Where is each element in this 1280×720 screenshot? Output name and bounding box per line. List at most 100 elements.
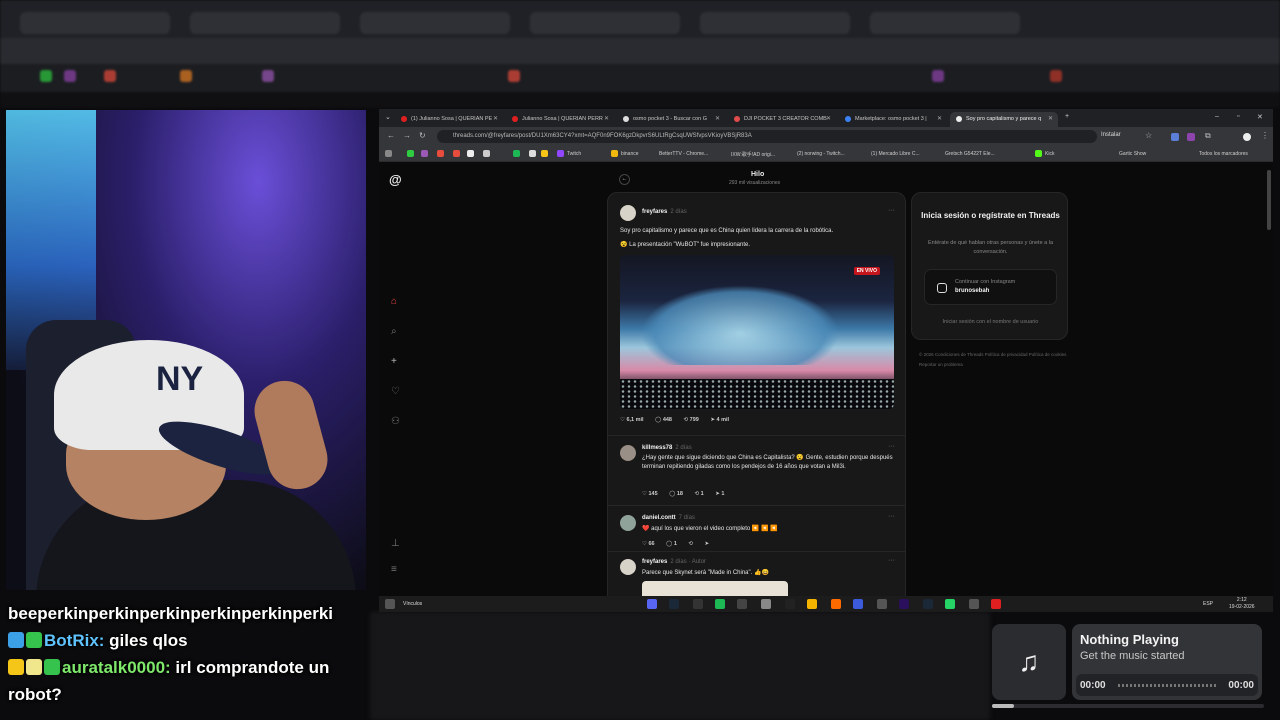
pin-icon[interactable]: ⊥ [391, 538, 400, 549]
like-button[interactable]: ♡ 145 [642, 491, 658, 497]
more-options-icon[interactable]: ··· [888, 513, 895, 520]
tab-close-icon[interactable]: ✕ [1048, 115, 1053, 122]
tab-close-icon[interactable]: ✕ [715, 115, 720, 122]
share-button[interactable]: ➤ 1 [715, 491, 724, 497]
bookmark-icon[interactable] [407, 150, 414, 157]
tab-close-icon[interactable]: ✕ [493, 115, 498, 122]
taskbar-icon[interactable] [991, 599, 1001, 609]
language-indicator[interactable]: ESP [1203, 601, 1213, 607]
bookmark-icon[interactable] [529, 150, 536, 157]
close-window-icon[interactable]: ✕ [1257, 113, 1263, 121]
repost-button[interactable]: ⟲ 1 [695, 491, 704, 497]
browser-tab[interactable]: Soy pro capitalismo y parece q ✕ [950, 112, 1058, 127]
repost-button[interactable]: ⟲ [688, 541, 693, 547]
bookmark-icon[interactable] [421, 150, 428, 157]
discord-icon[interactable] [647, 599, 657, 609]
post-username[interactable]: freyfares [642, 209, 667, 215]
comment-button[interactable]: ◯ 1 [666, 541, 677, 547]
heart-icon[interactable]: ♡ [391, 386, 400, 397]
kick-icon[interactable] [1035, 150, 1042, 157]
minimize-icon[interactable]: – [1215, 113, 1219, 120]
browser-tab[interactable]: Marketplace: osmo pocket 3 | ✕ [839, 112, 947, 127]
back-button[interactable]: ← [619, 174, 630, 185]
profile-icon[interactable]: ⚇ [391, 416, 400, 427]
tab-search-icon[interactable]: ⌄ [385, 113, 391, 121]
create-post-icon[interactable]: + [391, 356, 397, 367]
extensions-puzzle-icon[interactable]: ⧉ [1205, 131, 1211, 141]
bookmark-link[interactable]: binance [621, 151, 639, 157]
bookmark-icon[interactable] [453, 150, 460, 157]
scrollbar[interactable] [1267, 170, 1271, 230]
bookmark-link[interactable]: Gartic Show [1119, 151, 1146, 157]
home-icon[interactable]: ⌂ [391, 296, 397, 307]
x-icon[interactable] [467, 150, 474, 157]
steam-icon[interactable] [923, 599, 933, 609]
extension-icon[interactable] [1187, 133, 1195, 141]
taskbar-icon[interactable] [385, 599, 395, 609]
avatar[interactable] [620, 445, 636, 461]
threads-logo-icon[interactable]: @ [389, 172, 402, 187]
calculator-icon[interactable] [877, 599, 887, 609]
avatar[interactable] [620, 559, 636, 575]
extension-icon[interactable] [1171, 133, 1179, 141]
spotify-icon[interactable] [715, 599, 725, 609]
new-tab-button[interactable]: + [1065, 113, 1069, 120]
bookmark-link[interactable]: Todos los marcadores [1199, 151, 1248, 157]
apps-grid-icon[interactable] [385, 150, 392, 157]
taskbar-icon[interactable] [737, 599, 747, 609]
browser-tab[interactable]: (1) Julianno Sosa | QUERIAN PE ✕ [395, 112, 503, 127]
browser-tab[interactable]: osmo pocket 3 - Buscar con G ✕ [617, 112, 725, 127]
login-username-link[interactable]: Iniciar sesión con el nombre de usuario [912, 319, 1069, 325]
bookmark-link[interactable]: IXW:歌手!AD origi... [731, 151, 775, 158]
taskbar-icon[interactable] [831, 599, 841, 609]
spotify-icon[interactable] [513, 150, 520, 157]
bookmark-link[interactable]: Gretsch G5422T Ele... [945, 151, 995, 157]
bookmark-star-icon[interactable]: ☆ [1145, 131, 1152, 140]
post-username[interactable]: freyfares [642, 559, 667, 565]
premiere-icon[interactable] [899, 599, 909, 609]
search-icon[interactable]: ⌕ [391, 326, 397, 337]
forward-icon[interactable]: → [403, 131, 411, 140]
more-options-icon[interactable]: ··· [888, 207, 895, 214]
taskbar-links-label[interactable]: Vínculos [403, 601, 422, 607]
steam-icon[interactable] [669, 599, 679, 609]
bookmark-link[interactable]: (2) norwing - Twitch... [797, 151, 845, 157]
avatar[interactable] [620, 515, 636, 531]
bookmark-icon[interactable] [541, 150, 548, 157]
taskbar-icon[interactable] [785, 599, 795, 609]
browser-tab[interactable]: DJI POCKET 3 CREATOR COMB ✕ [728, 112, 836, 127]
post-video[interactable]: EN VIVO [620, 255, 894, 409]
menu-kebab-icon[interactable]: ⋮ [1261, 131, 1269, 140]
post-username[interactable]: killmess78 [642, 445, 672, 451]
install-button[interactable]: Instalar [1101, 132, 1121, 138]
post-username[interactable]: daniel.contt [642, 515, 676, 521]
browser-tab[interactable]: Julianno Sosa | QUERIAN PERR ✕ [506, 112, 614, 127]
binance-icon[interactable] [611, 150, 618, 157]
twitch-icon[interactable] [557, 150, 564, 157]
taskbar-clock[interactable]: 2:12 19-02-2026 [1229, 597, 1255, 610]
tab-close-icon[interactable]: ✕ [937, 115, 942, 122]
like-button[interactable]: ♡ 66 [642, 541, 655, 547]
bookmark-link[interactable]: Kick [1045, 151, 1054, 157]
comment-button[interactable]: ◯ 18 [669, 491, 683, 497]
chrome-icon[interactable] [807, 599, 817, 609]
tab-close-icon[interactable]: ✕ [604, 115, 609, 122]
bookmark-link[interactable]: Twitch [567, 151, 581, 157]
taskbar-icon[interactable] [761, 599, 771, 609]
maximize-icon[interactable]: ▫ [1237, 113, 1239, 120]
more-options-icon[interactable]: ··· [888, 557, 895, 564]
tab-close-icon[interactable]: ✕ [826, 115, 831, 122]
bookmark-icon[interactable] [483, 150, 490, 157]
repost-button[interactable]: ⟲ 799 [684, 417, 699, 423]
back-icon[interactable]: ← [387, 131, 395, 140]
profile-avatar[interactable] [1243, 133, 1251, 141]
photoshop-icon[interactable] [853, 599, 863, 609]
share-button[interactable]: ➤ 4 mil [710, 417, 729, 423]
avatar[interactable] [620, 205, 636, 221]
more-options-icon[interactable]: ··· [888, 443, 895, 450]
bookmark-link[interactable]: (1) Mercado Libre C... [871, 151, 920, 157]
whatsapp-icon[interactable] [945, 599, 955, 609]
continue-instagram-button[interactable]: Continuar con Instagram brunosebah [924, 269, 1057, 305]
comment-button[interactable]: ◯ 448 [655, 417, 672, 423]
reload-icon[interactable]: ↻ [419, 131, 426, 140]
